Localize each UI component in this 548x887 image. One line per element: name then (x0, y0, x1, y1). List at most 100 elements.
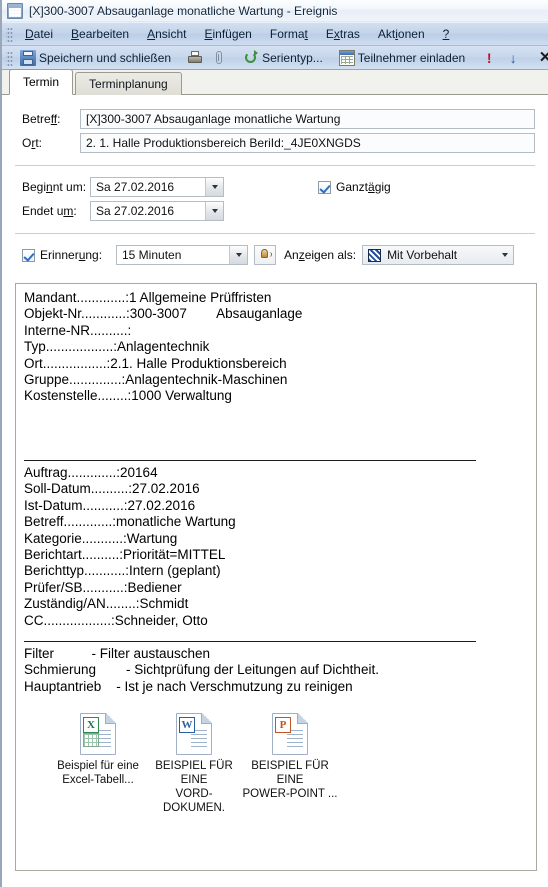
show-as-value: Mit Vorbehalt (387, 248, 458, 262)
note-block-tasks: Filter - Filter austauschen Schmierung -… (24, 646, 528, 695)
note-line: Objekt-Nr............:300-3007 Absauganl… (24, 306, 303, 322)
menu-format[interactable]: Format (261, 25, 317, 43)
ort-input[interactable]: 2. 1. Halle Produktionsbereich BeriId:_4… (80, 133, 535, 153)
menu-bar: Datei Bearbeiten Ansicht Einfügen Format… (2, 22, 548, 46)
attachment-item-excel[interactable]: X Beispiel für eine Excel-Tabell... (50, 713, 146, 815)
note-spacer (24, 405, 528, 421)
note-line: Kategorie...........:Wartung (24, 530, 178, 546)
menu-help[interactable]: ? (434, 25, 459, 43)
attachment-name: BEISPIEL FÜR EINE VORD-DOKUMEN. (155, 760, 233, 815)
save-and-close-label: Speichern und schließen (39, 50, 172, 65)
importance-high-icon: ! (486, 49, 492, 66)
delete-button[interactable]: ✕ (533, 49, 548, 67)
betreff-label: Betreff: (22, 112, 61, 126)
end-date-value: Sa 27.02.2016 (96, 204, 175, 218)
note-line: Auftrag.............:20164 (24, 465, 158, 481)
excel-badge: X (83, 717, 99, 734)
reminder-checkbox[interactable] (22, 248, 35, 262)
show-as-label: Anzeigen als: (284, 248, 357, 262)
title-bar: [X]300-3007 Absauganlage monatliche Wart… (2, 0, 548, 22)
note-line: Betreff.............:monatliche Wartung (24, 514, 236, 530)
note-line: Prüfer/SB...........:Bediener (24, 579, 182, 595)
chevron-down-icon-3[interactable] (229, 246, 247, 264)
note-line: Ort.................:2.1. Halle Produkti… (24, 355, 287, 371)
tab-terminplanung[interactable]: Terminplanung (75, 72, 182, 95)
note-spacer (24, 421, 528, 437)
reminder-sound-icon (260, 249, 272, 261)
all-day-checkbox-group[interactable]: Ganztägig (318, 180, 391, 194)
note-line: Mandant.............:1 Allgemeine Prüffr… (24, 290, 272, 305)
chevron-down-icon-2[interactable] (205, 202, 223, 220)
note-line: Soll-Datum..........:27.02.2016 (24, 481, 200, 497)
menu-aktionen[interactable]: Aktionen (369, 25, 434, 43)
page-fold (105, 713, 116, 725)
menu-datei-label-rest: atei (33, 27, 54, 41)
save-and-close-button[interactable]: Speichern und schließen (16, 49, 175, 67)
importance-low-button[interactable]: ↓ (501, 49, 525, 67)
tab-termin[interactable]: Termin (9, 69, 74, 95)
page-fold (201, 713, 212, 725)
note-line: Interne-NR..........: (24, 322, 132, 338)
powerpoint-file-icon: P (272, 713, 308, 756)
all-day-label: Ganztägig (336, 180, 391, 194)
recurrence-button[interactable]: Serientyp... (239, 49, 327, 67)
invite-attendees-button[interactable]: Teilnehmer einladen (335, 49, 469, 67)
menu-einfuegen[interactable]: Einfügen (195, 25, 260, 43)
tab-strip: Termin Terminplanung (2, 69, 548, 95)
note-line: Berichtart..........:Priorität=MITTEL (24, 547, 226, 563)
show-as-combo[interactable]: Mit Vorbehalt (362, 245, 515, 265)
recurrence-label: Serientyp... (262, 50, 323, 65)
importance-high-button[interactable]: ! (477, 49, 501, 67)
window-title: [X]300-3007 Absauganlage monatliche Wart… (29, 3, 338, 18)
menu-bearbeiten[interactable]: Bearbeiten (62, 25, 138, 43)
reminder-sound-button[interactable] (254, 245, 276, 265)
menu-ansicht[interactable]: Ansicht (138, 25, 195, 43)
show-as-swatch (368, 248, 382, 262)
menu-datei[interactable]: Datei (16, 25, 62, 43)
note-spacer (24, 438, 528, 454)
invite-attendees-icon (338, 49, 355, 66)
start-date-combo[interactable]: Sa 27.02.2016 (90, 177, 224, 197)
note-line: Schmierung - Sichtprüfung der Leitungen … (24, 662, 379, 678)
toolbar-gripper[interactable] (6, 49, 13, 66)
attach-button[interactable] (207, 49, 231, 67)
note-line: Kostenstelle........:1000 Verwaltung (24, 388, 232, 404)
end-date-combo[interactable]: Sa 27.02.2016 (90, 201, 224, 221)
importance-low-icon: ↓ (509, 49, 517, 66)
excel-file-icon: X (80, 713, 116, 756)
attachment-list: X Beispiel für eine Excel-Tabell... W BE… (24, 713, 528, 815)
delete-icon: ✕ (537, 50, 548, 66)
calendar-icon (7, 2, 23, 19)
attachment-item-powerpoint[interactable]: P BEISPIEL FÜR EINE POWER-POINT ... (242, 713, 338, 815)
menu-extras[interactable]: Extras (317, 25, 369, 43)
recurrence-icon (243, 49, 259, 66)
print-button[interactable] (183, 49, 207, 67)
word-badge: W (179, 717, 195, 734)
note-line: Hauptantrieb - Ist je nach Verschmutzung… (24, 678, 353, 694)
attachment-name: Beispiel für eine Excel-Tabell... (57, 760, 139, 787)
attachment-name: BEISPIEL FÜR EINE POWER-POINT ... (242, 760, 338, 801)
note-block-order-info: Auftrag.............:20164 Soll-Datum...… (24, 465, 528, 629)
ort-label: Ort: (22, 136, 43, 150)
start-time-label: Beginnt um: (22, 180, 87, 194)
notes-body[interactable]: Mandant.............:1 Allgemeine Prüffr… (15, 283, 537, 871)
note-line: Filter - Filter austauschen (24, 646, 211, 662)
all-day-checkbox[interactable] (318, 180, 331, 194)
attachment-icon (211, 50, 227, 66)
page-fold (297, 713, 308, 725)
print-icon (187, 50, 203, 66)
powerpoint-badge: P (275, 717, 291, 734)
reminder-time-value: 15 Minuten (122, 248, 182, 262)
form-divider-2 (15, 233, 535, 234)
appointment-form: Betreff: [X]300-3007 Absauganlage monatl… (2, 109, 548, 265)
invite-attendees-label: Teilnehmer einladen (357, 50, 466, 65)
excel-grid (83, 733, 99, 748)
chevron-down-icon[interactable] (205, 178, 223, 196)
attachment-item-word[interactable]: W BEISPIEL FÜR EINE VORD-DOKUMEN. (146, 713, 242, 815)
end-time-label: Endet um: (22, 204, 77, 218)
betreff-input[interactable]: [X]300-3007 Absauganlage monatliche Wart… (80, 109, 535, 129)
menu-gripper[interactable] (6, 26, 13, 42)
chevron-down-icon-4[interactable] (496, 253, 513, 257)
reminder-time-combo[interactable]: 15 Minuten (116, 245, 248, 265)
appointment-window: [X]300-3007 Absauganlage monatliche Wart… (0, 0, 548, 887)
